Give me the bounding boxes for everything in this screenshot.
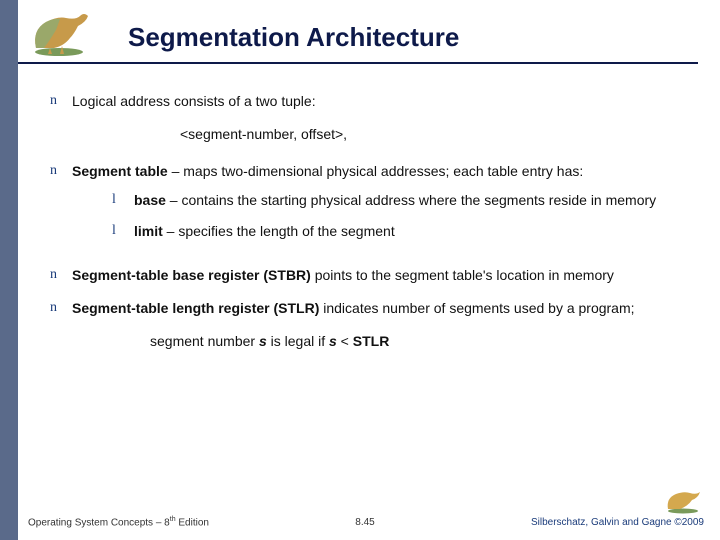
bullet-text: Segment-table length register (STLR) ind… bbox=[72, 299, 690, 318]
bold-term: Segment-table length register (STLR) bbox=[72, 300, 319, 316]
sub-text: base – contains the starting physical ad… bbox=[134, 191, 690, 210]
var-s: s bbox=[329, 333, 337, 349]
sub-bullet-marker: l bbox=[112, 222, 134, 241]
tuple-line: <segment-number, offset>, bbox=[50, 125, 690, 144]
bullet-marker: n bbox=[50, 299, 72, 318]
text-span: points to the segment table's location i… bbox=[311, 267, 614, 283]
sub-item: l base – contains the starting physical … bbox=[112, 191, 690, 210]
bold-term: base bbox=[134, 192, 166, 208]
slide-footer: Operating System Concepts – 8th Edition … bbox=[18, 502, 712, 532]
text-span: – contains the starting physical address… bbox=[166, 192, 656, 208]
sub-list: l base – contains the starting physical … bbox=[112, 191, 690, 241]
footer-right: Silberschatz, Galvin and Gagne ©2009 bbox=[531, 517, 704, 528]
sub-item: l limit – specifies the length of the se… bbox=[112, 222, 690, 241]
bullet-marker: n bbox=[50, 92, 72, 111]
var-s: s bbox=[259, 333, 267, 349]
bold-term: Segment table bbox=[72, 163, 168, 179]
bullet-text: Segment-table base register (STBR) point… bbox=[72, 266, 690, 285]
text-span: segment number bbox=[150, 333, 259, 349]
text-span: – maps two-dimensional physical addresse… bbox=[168, 163, 584, 179]
bullet-text: Logical address consists of a two tuple: bbox=[72, 92, 690, 111]
bold-term: STLR bbox=[353, 333, 390, 349]
left-sidebar-stripe bbox=[0, 0, 18, 540]
legality-line: segment number s is legal if s < STLR bbox=[50, 332, 690, 351]
slide-header: Segmentation Architecture bbox=[18, 0, 720, 70]
text-span: < bbox=[337, 333, 353, 349]
bullet-item: n Segment-table length register (STLR) i… bbox=[50, 299, 690, 318]
bullet-marker: n bbox=[50, 162, 72, 253]
dinosaur-small-icon bbox=[662, 486, 704, 514]
bold-term: limit bbox=[134, 223, 163, 239]
bold-term: Segment-table base register (STBR) bbox=[72, 267, 311, 283]
sub-text: limit – specifies the length of the segm… bbox=[134, 222, 690, 241]
text-span: – specifies the length of the segment bbox=[163, 223, 395, 239]
title-underline bbox=[18, 62, 698, 64]
bullet-text: Segment table – maps two-dimensional phy… bbox=[72, 162, 690, 253]
slide-body: n Logical address consists of a two tupl… bbox=[50, 92, 690, 351]
sub-bullet-marker: l bbox=[112, 191, 134, 210]
text-span: indicates number of segments used by a p… bbox=[319, 300, 634, 316]
text-span: is legal if bbox=[267, 333, 329, 349]
dinosaur-icon bbox=[24, 8, 94, 58]
slide-title: Segmentation Architecture bbox=[128, 22, 459, 53]
bullet-item: n Logical address consists of a two tupl… bbox=[50, 92, 690, 111]
bullet-item: n Segment table – maps two-dimensional p… bbox=[50, 162, 690, 253]
bullet-marker: n bbox=[50, 266, 72, 285]
bullet-item: n Segment-table base register (STBR) poi… bbox=[50, 266, 690, 285]
